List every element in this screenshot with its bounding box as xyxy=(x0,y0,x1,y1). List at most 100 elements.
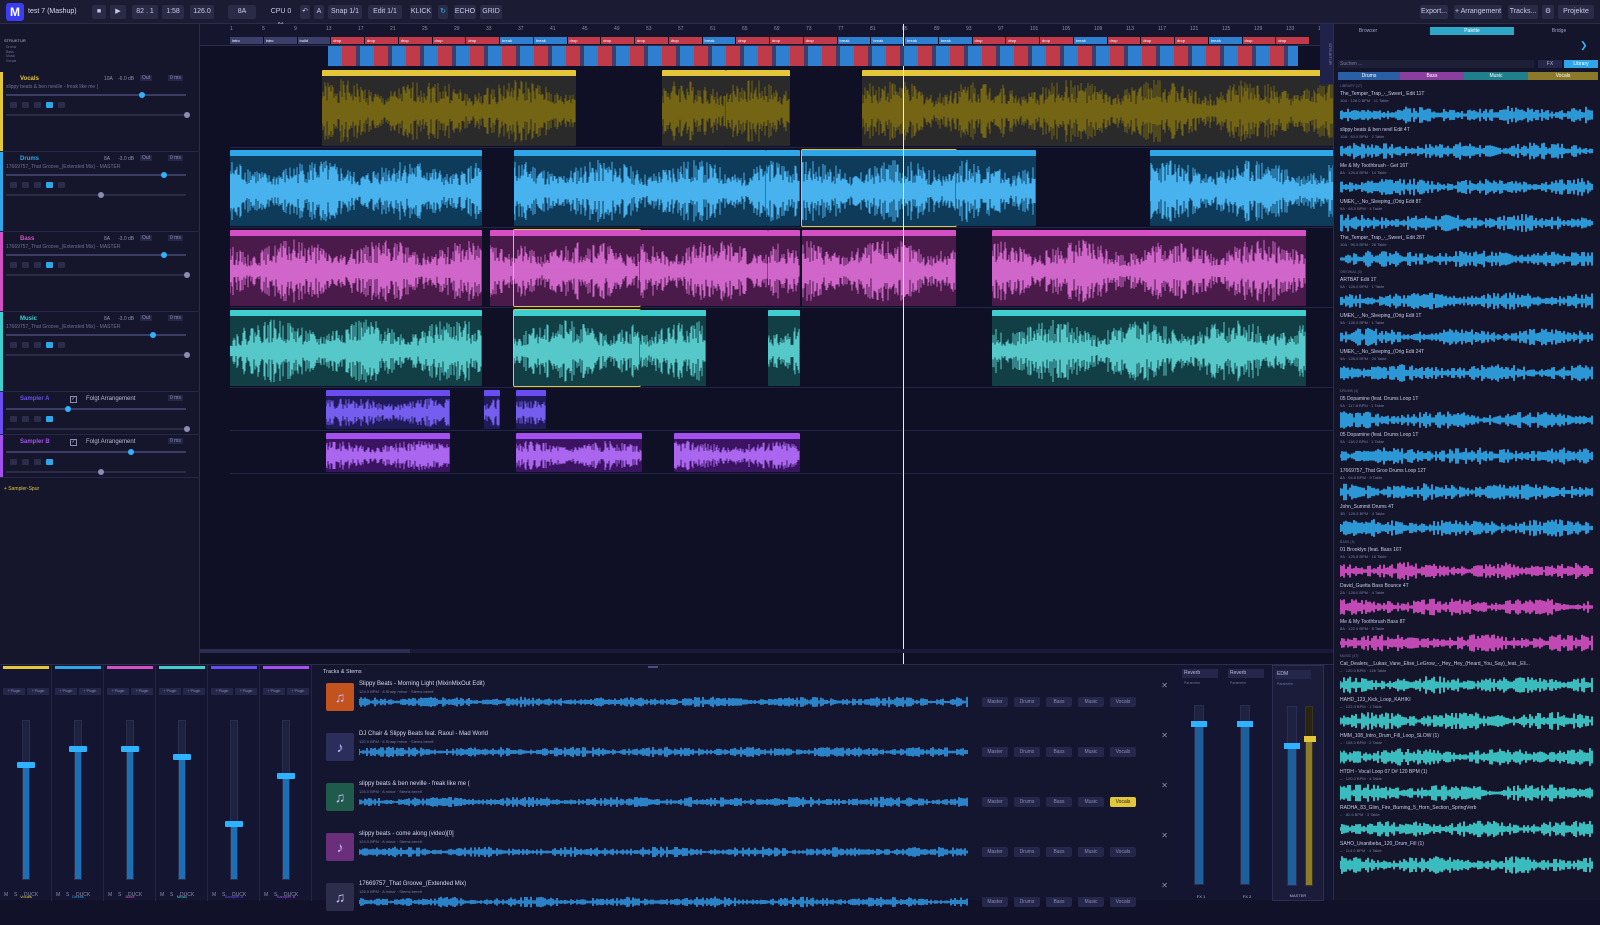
category-drums[interactable]: Drums xyxy=(1338,72,1400,80)
playhead[interactable] xyxy=(903,24,904,664)
track-volume-slider[interactable] xyxy=(6,449,186,455)
slider-knob[interactable] xyxy=(98,192,104,198)
category-bass[interactable]: Bass xyxy=(1400,72,1464,80)
solo-button[interactable] xyxy=(22,262,29,268)
track-key[interactable]: 8A xyxy=(104,156,110,162)
play-icon[interactable]: ▶ xyxy=(110,5,126,19)
library-item[interactable]: The_Temper_Trap_-_Sweet_ Edit 26T 10A · 9… xyxy=(1338,234,1596,270)
track-volume-slider[interactable] xyxy=(6,332,186,338)
solo-button[interactable] xyxy=(22,459,29,465)
arrangement-section[interactable]: drop xyxy=(1141,37,1175,44)
library-button[interactable]: Library xyxy=(1564,60,1598,68)
tab-palette[interactable]: Palette xyxy=(1430,27,1514,35)
add-plugin-button[interactable]: + Plugin xyxy=(3,688,25,695)
track-gain[interactable]: -3.0 dB xyxy=(118,316,134,322)
audio-clip[interactable]: 17669757_That Groove_(Extended Mix) — Ba… xyxy=(640,230,768,306)
fader-cap[interactable] xyxy=(277,773,295,780)
arrangement-section[interactable]: break xyxy=(837,37,872,44)
audio-clip[interactable]: 17669757_That Groove_(Extended Mix) — Dr… xyxy=(956,150,1036,226)
audio-clip[interactable]: 17669757_That Groove_(Extended Mix) — Ba… xyxy=(230,230,482,306)
stem-track-row[interactable]: ♫ slippy beats & ben neville - freak like… xyxy=(326,779,1168,825)
track-header-sampler-a[interactable]: Sampler A Folgt Arrangement 0 ms ✓ xyxy=(0,392,200,435)
track-header-bass[interactable]: Bass 17669757_That Groove_(Extended Mix) … xyxy=(0,232,200,312)
tracks-button[interactable]: Tracks... xyxy=(1508,5,1538,19)
library-item[interactable]: 17669757_That Groo Drums Loop 12T 8A · 94… xyxy=(1338,467,1596,503)
track-pan-slider[interactable] xyxy=(6,352,190,358)
klick-button[interactable]: KLICK xyxy=(410,5,432,19)
lock-icon[interactable] xyxy=(58,182,65,188)
stem-track-row[interactable]: ♫ 17669757_That Groove_(Extended Mix) 126.… xyxy=(326,879,1168,925)
library-item[interactable]: 01 Brooklyn (feat. Bass 16T 9A · 125.8 BP… xyxy=(1338,546,1596,582)
stem-track-row[interactable]: ♪ DJ Chair & Slippy Beats feat. Raoul - M… xyxy=(326,729,1168,775)
edit-button[interactable] xyxy=(46,342,53,348)
solo-button[interactable] xyxy=(22,342,29,348)
track-gain[interactable]: -6.0 dB xyxy=(118,76,134,82)
library-item[interactable]: Me & My Toothbrush - Get 16T 8A · 126.8 B… xyxy=(1338,162,1596,198)
arrangement-section[interactable]: break xyxy=(938,37,973,44)
arrangement-section[interactable]: drop xyxy=(1242,37,1277,44)
mute-button[interactable] xyxy=(10,102,17,108)
category-music[interactable]: Music xyxy=(1464,72,1528,80)
audio-clip[interactable] xyxy=(484,390,500,429)
arrangement-section[interactable]: drop xyxy=(331,37,365,44)
solo-button[interactable] xyxy=(22,102,29,108)
track-pan-slider[interactable] xyxy=(6,192,186,198)
audio-clip[interactable]: 17669757_That Groove_(Extended Mix) — Mu… xyxy=(640,310,706,386)
track-header-sampler-b[interactable]: Sampler B Folgt Arrangement 0 ms ✓ xyxy=(0,435,200,478)
audio-clip[interactable]: 17669757_That Groove_(Extended Mix) — Mu… xyxy=(992,310,1306,386)
stem-bass-button[interactable]: Bass xyxy=(1046,797,1072,807)
audio-clip[interactable] xyxy=(326,433,450,472)
arrangement-section[interactable]: drop xyxy=(601,37,635,44)
arrangement-section[interactable]: drop xyxy=(668,37,703,44)
resize-handle[interactable] xyxy=(648,666,658,668)
audio-clip[interactable]: 17669757_That Groove_(Extended Mix) — Dr… xyxy=(230,150,482,226)
tab-browser[interactable]: Browser xyxy=(1334,27,1402,35)
add-plugin-button[interactable]: + Plugin xyxy=(55,688,77,695)
horizontal-scrollbar[interactable] xyxy=(200,649,1333,653)
add-plugin-button[interactable]: + Plugin xyxy=(263,688,285,695)
audio-clip[interactable]: 17669757_That Groove_(Extended Mix) — Ba… xyxy=(802,230,956,306)
arrangement-section[interactable]: intro xyxy=(230,37,264,44)
arrangement-section[interactable]: drop xyxy=(466,37,500,44)
audio-clip[interactable] xyxy=(516,433,642,472)
audio-clip[interactable]: slippy beats & ben neville - freak like … xyxy=(862,70,1336,146)
library-item[interactable]: Cat_Dealers__Lukas_Vane_Elise_LeGrow_-_H… xyxy=(1338,660,1596,696)
track-key[interactable]: 10A xyxy=(104,76,113,82)
fx-slot-select[interactable]: EDM xyxy=(1275,670,1311,679)
edit-button[interactable] xyxy=(46,262,53,268)
arrangement-overview[interactable] xyxy=(328,46,1298,66)
audio-clip[interactable]: 17669757_That Groove_(Extended Mix) — Dr… xyxy=(1150,150,1336,226)
track-gain[interactable]: -3.0 dB xyxy=(118,236,134,242)
library-item[interactable]: John_Summit Drums 4T 3B · 126.8 BPM · 4 T… xyxy=(1338,503,1596,539)
track-lane[interactable]: 17669757_That Groove_(Extended Mix) — Ba… xyxy=(230,228,1333,308)
undo-icon[interactable]: ↶ xyxy=(300,5,310,19)
stem-bass-button[interactable]: Bass xyxy=(1046,847,1072,857)
fx-slot-select[interactable]: Reverb xyxy=(1182,669,1218,678)
stem-music-button[interactable]: Music xyxy=(1078,797,1104,807)
arrangement-section[interactable]: break xyxy=(1208,37,1243,44)
record-arm-button[interactable] xyxy=(34,102,41,108)
key-field[interactable]: 8A xyxy=(228,5,256,19)
audio-clip[interactable]: slippy beats & ben neville - freak like … xyxy=(662,70,726,146)
timeline-ruler[interactable]: 1 5 9 13 17 21 25 29 33 37 41 45 49 53 57 61 65 69 73 77 81 8… xyxy=(200,24,1358,46)
arrangement-section[interactable]: drop xyxy=(770,37,804,44)
stem-music-button[interactable]: Music xyxy=(1078,697,1104,707)
stem-vocals-button[interactable]: Vocals xyxy=(1110,697,1136,707)
lock-icon[interactable] xyxy=(58,342,65,348)
library-item[interactable]: The_Temper_Trap_-_Sweet_ Edit 11T 10A · 1… xyxy=(1338,90,1596,126)
stem-vocals-button[interactable]: Vocals xyxy=(1110,897,1136,907)
channel-fader[interactable] xyxy=(225,720,243,880)
library-item[interactable]: HAHD_123_Kick_Loop_KAHIKI – · 122.0 BPM ·… xyxy=(1338,696,1596,732)
stem-master-button[interactable]: Master xyxy=(982,747,1008,757)
arrangement-section[interactable]: drop xyxy=(736,37,770,44)
stem-music-button[interactable]: Music xyxy=(1078,747,1104,757)
audio-clip[interactable]: slippy beats & ben neville - freak like … xyxy=(322,70,576,146)
slider-knob[interactable] xyxy=(160,172,167,178)
arrangement-section[interactable]: drop xyxy=(432,37,467,44)
audio-clip[interactable] xyxy=(516,390,546,429)
arrangement-section[interactable]: break xyxy=(702,37,737,44)
tab-bridge[interactable]: Bridge xyxy=(1520,27,1598,35)
grid-button[interactable]: GRID xyxy=(480,5,502,19)
arrangement-section[interactable]: drop xyxy=(635,37,669,44)
arrangement-section[interactable]: intro xyxy=(263,37,298,44)
